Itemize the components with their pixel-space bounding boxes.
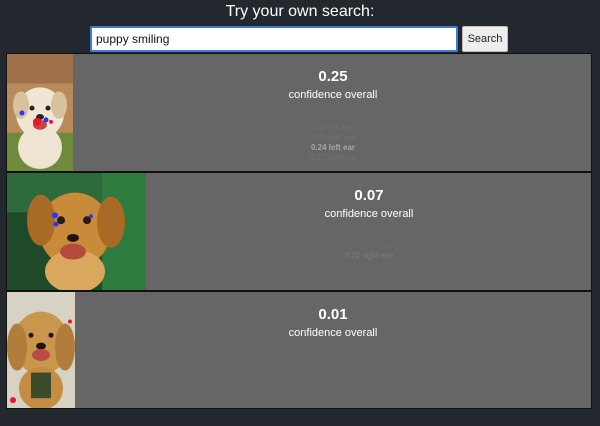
search-button[interactable]: Search bbox=[462, 26, 508, 52]
part-confidence: 0.22 right eye bbox=[344, 251, 394, 260]
part-confidence: 0.12 right eye bbox=[308, 133, 358, 142]
part-confidence: 0.24 left ear bbox=[310, 143, 356, 152]
confidence-label: confidence overall bbox=[288, 327, 378, 339]
part-confidence-list: 0.12 left eye 0.12 right eye 0.24 left e… bbox=[233, 123, 433, 163]
confidence-value: 0.07 bbox=[354, 187, 384, 204]
part-confidence: 0.12 right ear bbox=[309, 153, 357, 162]
result-card: 0.01 confidence overall bbox=[6, 291, 592, 409]
confidence-label: confidence overall bbox=[288, 89, 378, 101]
part-confidence: 0.12 left eye bbox=[347, 241, 391, 250]
page-title: Try your own search: bbox=[225, 3, 375, 20]
confidence-value: 0.25 bbox=[318, 68, 348, 85]
result-image bbox=[7, 54, 73, 171]
result-card: 0.07 confidence overall 0.12 left eye 0.… bbox=[6, 172, 592, 291]
confidence-label: confidence overall bbox=[324, 208, 414, 220]
confidence-value: 0.01 bbox=[318, 306, 348, 323]
result-image bbox=[7, 173, 146, 290]
result-image bbox=[7, 292, 75, 408]
result-card: 0.25 confidence overall 0.12 left eye 0.… bbox=[6, 53, 592, 172]
part-confidence-list: 0.12 left eye 0.22 right eye bbox=[269, 241, 469, 261]
search-input[interactable] bbox=[90, 26, 458, 52]
part-confidence: 0.12 left eye bbox=[311, 123, 355, 132]
